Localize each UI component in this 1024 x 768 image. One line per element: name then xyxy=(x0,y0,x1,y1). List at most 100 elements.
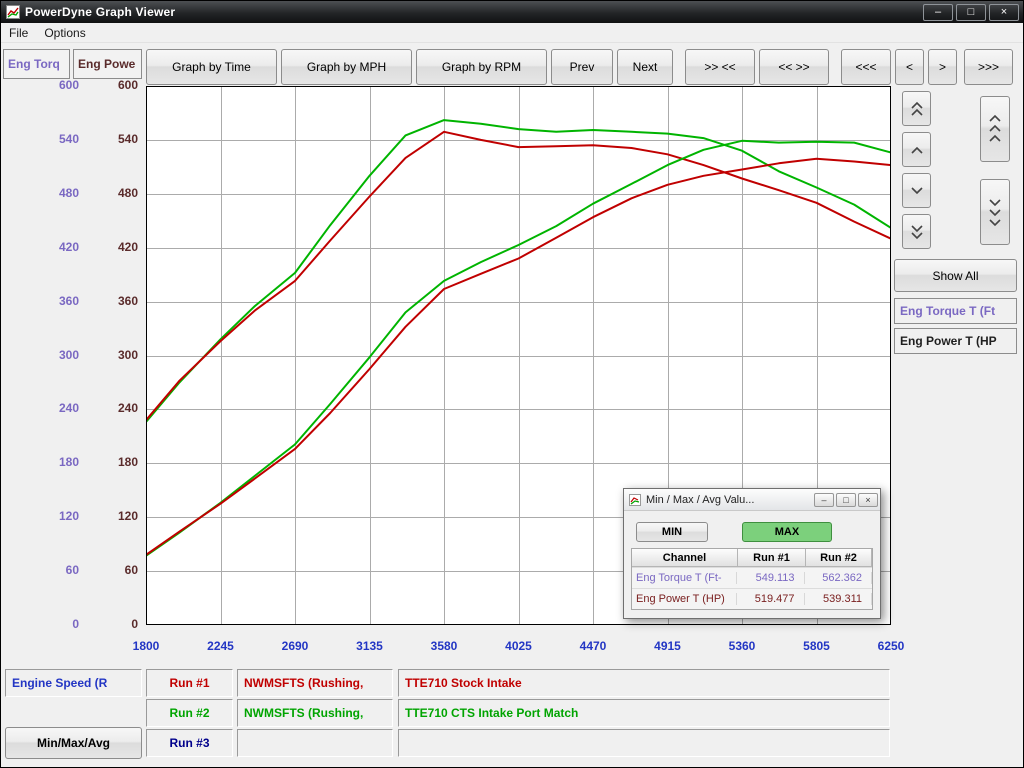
torque-scale-down-fast-button[interactable] xyxy=(902,214,931,249)
min-button[interactable]: MIN xyxy=(636,522,708,542)
close-button[interactable]: × xyxy=(989,4,1019,21)
x-tick-label: 4470 xyxy=(561,639,625,653)
x-tick-label: 5805 xyxy=(785,639,849,653)
x-tick-label: 3580 xyxy=(412,639,476,653)
channel-tab-eng-torque[interactable]: Eng Torq xyxy=(3,49,70,79)
y-tick-label: 420 xyxy=(39,240,79,254)
y-tick-label: 540 xyxy=(39,132,79,146)
x-tick-label: 4915 xyxy=(636,639,700,653)
y-tick-label: 180 xyxy=(98,455,138,469)
x-tick-label: 4025 xyxy=(487,639,551,653)
y-tick-label: 60 xyxy=(98,563,138,577)
minmax-minimize-button[interactable]: – xyxy=(814,493,834,507)
run1-file-field: NWMSFTS (Rushing, xyxy=(237,669,393,697)
x-tick-label: 3135 xyxy=(338,639,402,653)
minmax-channel-cell: Eng Power T (HP) xyxy=(632,593,737,605)
run2-desc-field: TTE710 CTS Intake Port Match xyxy=(398,699,890,727)
x-tick-label: 1800 xyxy=(114,639,178,653)
minmax-channel-cell: Eng Torque T (Ft- xyxy=(632,572,737,584)
next-button[interactable]: Next xyxy=(617,49,673,85)
y-tick-label: 180 xyxy=(39,455,79,469)
y-tick-label: 60 xyxy=(39,563,79,577)
run3-desc-field xyxy=(398,729,890,757)
run1-label[interactable]: Run #1 xyxy=(146,669,233,697)
torque-scale-down-button[interactable] xyxy=(902,173,931,208)
column-header-run2[interactable]: Run #2 xyxy=(806,549,872,567)
y-tick-label: 300 xyxy=(39,348,79,362)
pan-left-fast-button[interactable]: <<< xyxy=(841,49,891,85)
y-tick-label: 360 xyxy=(39,294,79,308)
y-tick-label: 360 xyxy=(98,294,138,308)
torque-scale-up-button[interactable] xyxy=(902,132,931,167)
prev-button[interactable]: Prev xyxy=(551,49,613,85)
toolbar: Graph by TimeGraph by MPHGraph by RPMPre… xyxy=(146,49,1017,85)
graph-by-time-button[interactable]: Graph by Time xyxy=(146,49,277,85)
minmax-run2-value: 539.311 xyxy=(805,593,872,605)
max-button[interactable]: MAX xyxy=(742,522,832,542)
minmax-row: Eng Power T (HP)519.477539.311 xyxy=(632,588,872,609)
pan-right-fast-button[interactable]: >>> xyxy=(964,49,1013,85)
run1-desc-field: TTE710 Stock Intake xyxy=(398,669,890,697)
minmax-titlebar[interactable]: Min / Max / Avg Valu... – □ × xyxy=(624,489,880,511)
run2-file-field: NWMSFTS (Rushing, xyxy=(237,699,393,727)
y-tick-label: 420 xyxy=(98,240,138,254)
column-header-channel[interactable]: Channel xyxy=(632,549,738,567)
run3-file-field xyxy=(237,729,393,757)
y-tick-label: 240 xyxy=(39,401,79,415)
minmax-close-button[interactable]: × xyxy=(858,493,878,507)
y-tick-label: 600 xyxy=(39,78,79,92)
minmax-run1-value: 549.113 xyxy=(737,572,804,584)
power-scale-up-button[interactable] xyxy=(980,96,1010,162)
y-tick-label: 540 xyxy=(98,132,138,146)
run3-label[interactable]: Run #3 xyxy=(146,729,233,757)
maximize-button[interactable]: □ xyxy=(956,4,986,21)
torque-scale-up-fast-button[interactable] xyxy=(902,91,931,126)
column-header-run1[interactable]: Run #1 xyxy=(738,549,806,567)
minimize-button[interactable]: – xyxy=(923,4,953,21)
app-icon xyxy=(6,5,20,19)
x-channel-field[interactable]: Engine Speed (R xyxy=(5,669,142,697)
menu-file[interactable]: File xyxy=(1,24,36,42)
y-tick-label: 120 xyxy=(39,509,79,523)
channel-tab-eng-power[interactable]: Eng Powe xyxy=(73,49,142,79)
minmax-window: Min / Max / Avg Valu... – □ × MIN MAX Ch… xyxy=(623,488,881,619)
show-all-button[interactable]: Show All xyxy=(894,259,1017,292)
pan-right-button[interactable]: > xyxy=(928,49,957,85)
minmax-table-header: Channel Run #1 Run #2 xyxy=(632,549,872,567)
zoom-out-button[interactable]: << >> xyxy=(759,49,829,85)
run2-label[interactable]: Run #2 xyxy=(146,699,233,727)
menu-options[interactable]: Options xyxy=(36,24,93,42)
minmax-run2-value: 562.362 xyxy=(805,572,872,584)
y-tick-label: 480 xyxy=(98,186,138,200)
legend-eng-power[interactable]: Eng Power T (HP xyxy=(894,328,1017,354)
window-controls: – □ × xyxy=(923,4,1019,21)
x-tick-label: 6250 xyxy=(859,639,923,653)
y-tick-label: 120 xyxy=(98,509,138,523)
power-scale-down-button[interactable] xyxy=(980,179,1010,245)
minmax-row: Eng Torque T (Ft-549.113562.362 xyxy=(632,567,872,588)
x-tick-label: 2690 xyxy=(263,639,327,653)
pan-left-button[interactable]: < xyxy=(895,49,924,85)
y-tick-label: 240 xyxy=(98,401,138,415)
graph-by-rpm-button[interactable]: Graph by RPM xyxy=(416,49,547,85)
legend-eng-torque[interactable]: Eng Torque T (Ft xyxy=(894,298,1017,324)
minmax-window-icon xyxy=(629,494,641,506)
window-title: PowerDyne Graph Viewer xyxy=(25,5,923,19)
minmax-window-title: Min / Max / Avg Valu... xyxy=(646,494,814,506)
app-window: PowerDyne Graph Viewer – □ × File Option… xyxy=(0,0,1024,768)
minmax-run1-value: 519.477 xyxy=(737,593,804,605)
menu-bar: File Options xyxy=(1,23,1023,43)
minmax-restore-button[interactable]: □ xyxy=(836,493,856,507)
x-tick-label: 5360 xyxy=(710,639,774,653)
y-tick-label: 600 xyxy=(98,78,138,92)
y-tick-label: 0 xyxy=(39,617,79,631)
zoom-in-button[interactable]: >> << xyxy=(685,49,755,85)
y-tick-label: 480 xyxy=(39,186,79,200)
graph-by-mph-button[interactable]: Graph by MPH xyxy=(281,49,412,85)
y-tick-label: 0 xyxy=(98,617,138,631)
title-bar: PowerDyne Graph Viewer – □ × xyxy=(1,1,1023,23)
minmax-table-body: Eng Torque T (Ft-549.113562.362Eng Power… xyxy=(632,567,872,609)
minmax-table: Channel Run #1 Run #2 Eng Torque T (Ft-5… xyxy=(631,548,873,610)
minmax-avg-button[interactable]: Min/Max/Avg xyxy=(5,727,142,759)
x-tick-label: 2245 xyxy=(189,639,253,653)
